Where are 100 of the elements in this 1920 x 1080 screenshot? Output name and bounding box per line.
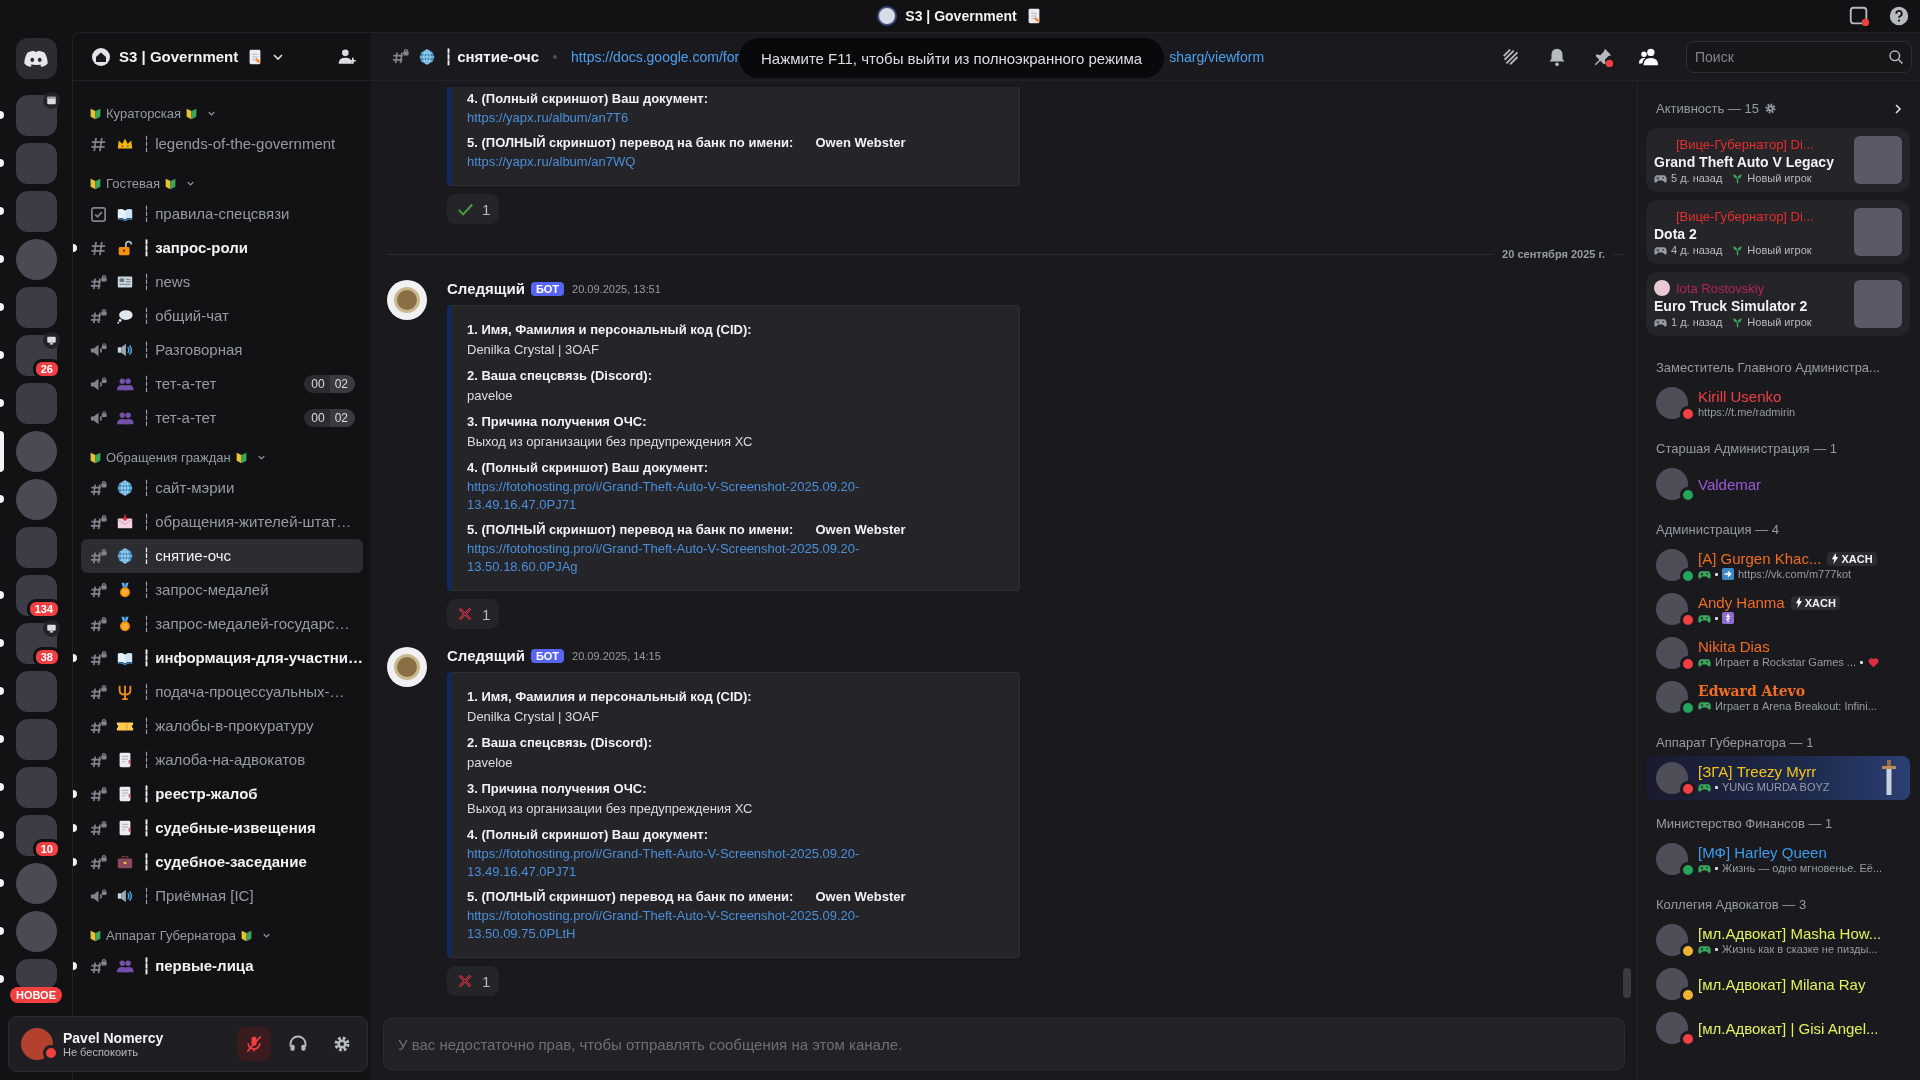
link[interactable]: https://yapx.ru/album/an7WQ <box>467 153 636 171</box>
hash-lock-icon <box>89 682 108 702</box>
channel-item[interactable]: ┆ информация-для-участни… <box>81 641 363 675</box>
server-name[interactable]: S3 | Government <box>119 48 239 65</box>
activity-card[interactable]: [Вице-Губернатор] Di... Dota 2 4 д. назад Новый игрок <box>1646 200 1910 264</box>
link[interactable]: https://fotohosting.pro/i/Grand-Theft-Auto-V-Screenshot-2025.09.20-13.49.16.47.0PJ71 <box>467 478 937 514</box>
member-item[interactable]: [мл.Адвокат] Masha How... Жизнь как в сказке не пизды... <box>1646 918 1910 962</box>
author-name[interactable]: Следящий <box>447 647 525 664</box>
hash-lock-icon <box>89 580 108 600</box>
activity-card[interactable]: Iota Rostovskiy Euro Truck Simulator 2 1 д. назад Новый игрок <box>1646 272 1910 336</box>
channel-item[interactable]: ┆ news <box>81 265 363 299</box>
briefcase-icon <box>116 853 134 871</box>
envelope-icon <box>116 513 134 531</box>
field-value: Denilka Crystal | 3OAF <box>467 341 599 359</box>
member-name: Nikita Dias <box>1698 638 1770 655</box>
member-name: Valdemar <box>1698 475 1762 493</box>
category-name[interactable]: Гостевая <box>106 175 160 191</box>
channel-item[interactable]: ┆ запрос-роли <box>81 231 363 265</box>
channel-item[interactable]: ┆ legends-of-the-government <box>81 127 363 161</box>
mute-button[interactable] <box>237 1027 271 1061</box>
gamepad-icon <box>1698 943 1711 955</box>
settings-icon[interactable] <box>1763 102 1777 115</box>
channel-item[interactable]: ┆ жалобы-в-прокуратуру <box>81 709 363 743</box>
hash-lock-icon <box>89 818 108 838</box>
field-label: 3. Причина получения ОЧС: <box>467 413 647 431</box>
unread-indicator <box>73 790 77 798</box>
inbox-icon[interactable] <box>1848 5 1870 27</box>
channel-item[interactable]: ┆ Приёмная [IC] <box>81 879 363 913</box>
avatar[interactable] <box>387 647 427 687</box>
avatar <box>1656 549 1688 581</box>
activity-card[interactable]: [Вице-Губернатор] Di... Grand Theft Auto V Legacy 5 д. назад Новый игрок <box>1646 128 1910 192</box>
checklist-icon <box>89 204 108 224</box>
category-name[interactable]: Обращения граждан <box>106 449 231 465</box>
unread-indicator <box>73 244 77 252</box>
channel-item[interactable]: ┆ жалоба-на-адвокатов <box>81 743 363 777</box>
unread-indicator <box>0 975 4 983</box>
topic-link[interactable]: https://docs.google.com/for <box>571 48 740 65</box>
channel-item[interactable]: ┆ первые-лица <box>81 949 363 983</box>
category-name[interactable]: Аппарат Губернатора <box>106 927 236 943</box>
channel-item[interactable]: ┆ судебное-заседание <box>81 845 363 879</box>
member-item[interactable]: Edward Atevo Играет в Arena Breakout: Infini... <box>1646 675 1910 719</box>
channel-item[interactable]: ┆ тет-а-тет 00 02 <box>81 367 363 401</box>
speech-bubble-icon <box>116 307 134 325</box>
reaction-button[interactable]: 1 <box>447 599 500 629</box>
author-name[interactable]: Следящий <box>447 280 525 297</box>
timestamp: 20.09.2025, 13:51 <box>572 282 661 295</box>
chevron-right-icon[interactable] <box>1892 102 1904 115</box>
activity-time: 1 д. назад <box>1671 316 1723 328</box>
server-icon[interactable] <box>15 95 57 136</box>
topic-link[interactable]: sharg/viewform <box>1169 48 1265 65</box>
channel-name: ┆ судебные-извещения <box>142 819 316 837</box>
channel-item[interactable]: ┆ общий-чат <box>81 299 363 333</box>
heart-icon <box>1867 656 1881 668</box>
member-item[interactable]: Andy Hanma XACH <box>1646 587 1910 631</box>
channel-name: ┆ судебное-заседание <box>142 853 307 871</box>
help-icon[interactable] <box>1888 5 1910 27</box>
member-item[interactable]: Valdemar <box>1646 462 1910 506</box>
field-label: Owen Webster <box>815 134 906 152</box>
category-name[interactable]: Кураторская <box>106 105 182 121</box>
section-heading: Заместитель Главного Администра... <box>1655 359 1881 377</box>
mention-badge: 38 <box>32 647 61 667</box>
scrollbar-thumb[interactable] <box>1623 968 1631 998</box>
reaction-button[interactable]: 1 <box>447 966 500 996</box>
member-item[interactable]: [мл.Адвокат] | Gisi Angel... <box>1646 1006 1910 1050</box>
member-item[interactable]: [МФ] Harley Queen Жизнь — одно мгновенье. Её... <box>1646 837 1910 881</box>
link[interactable]: https://fotohosting.pro/i/Grand-Theft-Auto-V-Screenshot-2025.09.20-13.50.18.60.0PJAg <box>467 540 937 576</box>
avatar <box>1656 468 1688 500</box>
channel-item[interactable]: ┆ сайт-мэрии <box>81 471 363 505</box>
search-field[interactable]: Поиск <box>1686 40 1912 73</box>
trident-icon <box>116 683 134 701</box>
channel-item[interactable]: ┆ судебные-извещения <box>81 811 363 845</box>
channel-item[interactable]: ┆ реестр-жалоб <box>81 777 363 811</box>
channel-item[interactable]: ┆ обращения-жителей-штат… <box>81 505 363 539</box>
member-item[interactable]: [ЗГА] Treezy Myrr YUNG MURDA BOYZ <box>1646 756 1910 800</box>
member-item[interactable]: [A] Gurgen Khac... XACH https://vk.com/m777kot <box>1646 543 1910 587</box>
channel-item[interactable]: ┆ Разговорная <box>81 333 363 367</box>
channel-item[interactable]: ┆ тет-а-тет 00 02 <box>81 401 363 435</box>
member-item[interactable]: Nikita Dias Играет в Rockstar Games ... <box>1646 631 1910 675</box>
shield-icon <box>89 106 102 120</box>
link[interactable]: https://fotohosting.pro/i/Grand-Theft-Auto-V-Screenshot-2025.09.20-13.50.09.75.0PLtH <box>467 907 937 943</box>
shield-icon <box>239 928 253 942</box>
avatar <box>1656 593 1688 625</box>
link[interactable]: https://yapx.ru/album/an7T6 <box>467 109 629 127</box>
gamepad-icon <box>1654 316 1667 328</box>
member-item[interactable]: Kirill Usenko https://t.me/radmirin <box>1646 381 1910 425</box>
reaction-button[interactable]: 1 <box>447 194 500 224</box>
channel-item[interactable]: ┆ подача-процессуальных-… <box>81 675 363 709</box>
unread-indicator <box>0 495 4 503</box>
field-label: 5. (ПОЛНЫЙ скриншот) перевод на банк по имени: <box>467 888 794 906</box>
member-item[interactable]: [мл.Адвокат] Milana Ray <box>1646 962 1910 1006</box>
gamepad-icon <box>1698 862 1711 874</box>
channel-item[interactable]: ┆ правила-спецсвязи <box>81 197 363 231</box>
channel-item[interactable]: ┆ запрос-медалей <box>81 573 363 607</box>
avatar[interactable] <box>387 280 427 320</box>
channel-item[interactable]: ┆ снятие-очс <box>81 539 363 573</box>
channel-name: ┆ сайт-мэрии <box>142 479 235 497</box>
home-button[interactable] <box>15 38 57 79</box>
channel-item[interactable]: ┆ запрос-медалей-государс… <box>81 607 363 641</box>
field-label: 4. (Полный скриншот) Ваш документ: <box>467 90 709 108</box>
link[interactable]: https://fotohosting.pro/i/Grand-Theft-Auto-V-Screenshot-2025.09.20-13.49.16.47.0PJ71 <box>467 845 937 881</box>
